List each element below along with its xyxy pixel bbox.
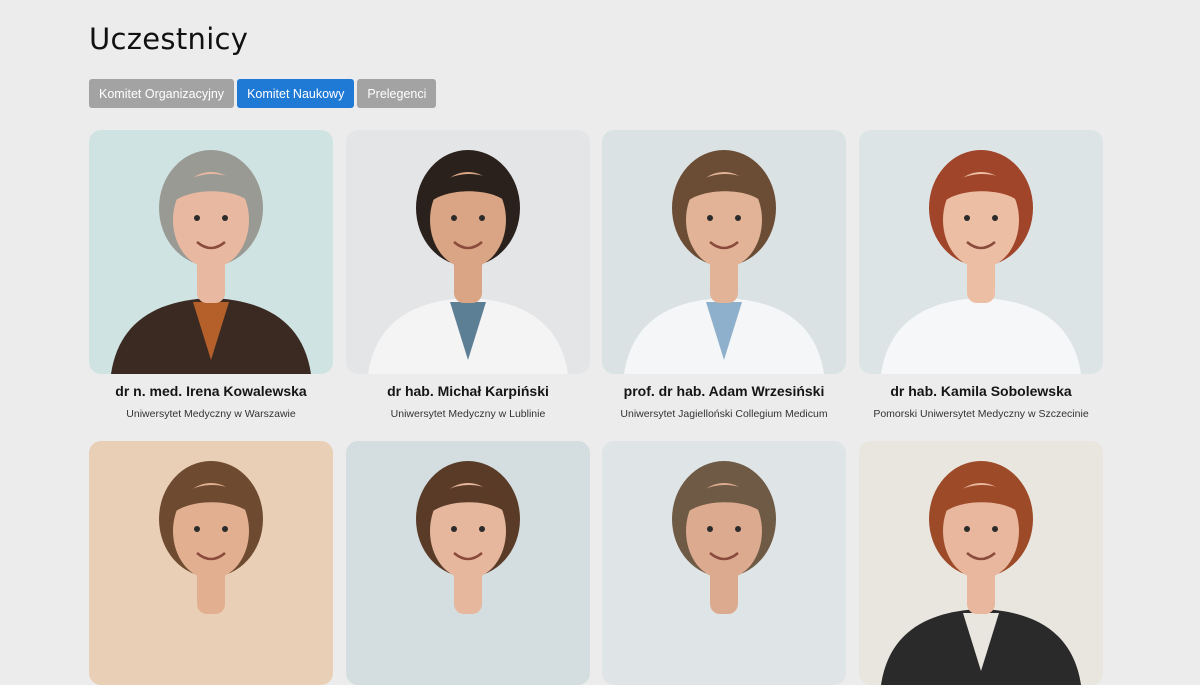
participant-affiliation: Uniwersytet Jagielloński Collegium Medic… <box>620 408 828 420</box>
participant-name: dr n. med. Irena Kowalewska <box>115 383 307 399</box>
participant-name: dr hab. Kamila Sobolewska <box>890 383 1072 399</box>
portrait-eye <box>222 215 228 221</box>
participant-card[interactable] <box>89 441 333 685</box>
portrait-eye <box>479 526 485 532</box>
tab-komitet-organizacyjny[interactable]: Komitet Organizacyjny <box>89 79 235 108</box>
participant-photo <box>89 441 333 685</box>
participant-card[interactable]: dr hab. Kamila Sobolewska Pomorski Uniwe… <box>859 130 1103 420</box>
participant-affiliation: Pomorski Uniwersytet Medyczny w Szczecin… <box>873 408 1089 420</box>
tab-bar: Komitet Organizacyjny Komitet Naukowy Pr… <box>89 79 437 108</box>
participant-photo <box>346 441 590 685</box>
participant-card[interactable] <box>602 441 846 685</box>
portrait-eye <box>707 215 713 221</box>
participant-card[interactable]: dr n. med. Irena Kowalewska Uniwersytet … <box>89 130 333 420</box>
participant-name: prof. dr hab. Adam Wrzesiński <box>623 383 825 399</box>
portrait-eye <box>451 215 457 221</box>
participant-name: dr hab. Michał Karpiński <box>387 383 549 399</box>
portrait-eye <box>735 526 741 532</box>
portrait-image <box>89 441 333 685</box>
participant-card[interactable]: dr hab. Michał Karpiński Uniwersytet Med… <box>346 130 590 420</box>
participant-photo <box>346 130 590 374</box>
participant-card[interactable] <box>346 441 590 685</box>
participant-card[interactable]: prof. dr hab. Adam Wrzesiński Uniwersyte… <box>602 130 846 420</box>
portrait-image <box>89 130 333 374</box>
portrait-image <box>859 441 1103 685</box>
participant-affiliation: Uniwersytet Medyczny w Lublinie <box>390 408 546 420</box>
participant-photo <box>602 130 846 374</box>
tab-komitet-naukowy[interactable]: Komitet Naukowy <box>237 79 355 108</box>
page: Uczestnicy Komitet Organizacyjny Komitet… <box>0 0 1200 685</box>
participant-photo <box>859 441 1103 685</box>
portrait-eye <box>735 215 741 221</box>
portrait-image <box>602 441 846 685</box>
participant-photo <box>602 441 846 685</box>
participant-photo <box>859 130 1103 374</box>
portrait-eye <box>479 215 485 221</box>
participant-card[interactable] <box>859 441 1103 685</box>
participant-affiliation: Uniwersytet Medyczny w Warszawie <box>126 408 296 420</box>
tab-prelegenci[interactable]: Prelegenci <box>357 79 437 108</box>
portrait-eye <box>992 215 998 221</box>
portrait-eye <box>194 215 200 221</box>
portrait-image <box>602 130 846 374</box>
portrait-eye <box>194 526 200 532</box>
participant-photo <box>89 130 333 374</box>
portrait-eye <box>707 526 713 532</box>
portrait-image <box>346 130 590 374</box>
page-title: Uczestnicy <box>89 22 249 56</box>
portrait-eye <box>992 526 998 532</box>
portrait-eye <box>964 526 970 532</box>
portrait-image <box>859 130 1103 374</box>
portrait-eye <box>222 526 228 532</box>
portrait-image <box>346 441 590 685</box>
portrait-eye <box>964 215 970 221</box>
portrait-eye <box>451 526 457 532</box>
